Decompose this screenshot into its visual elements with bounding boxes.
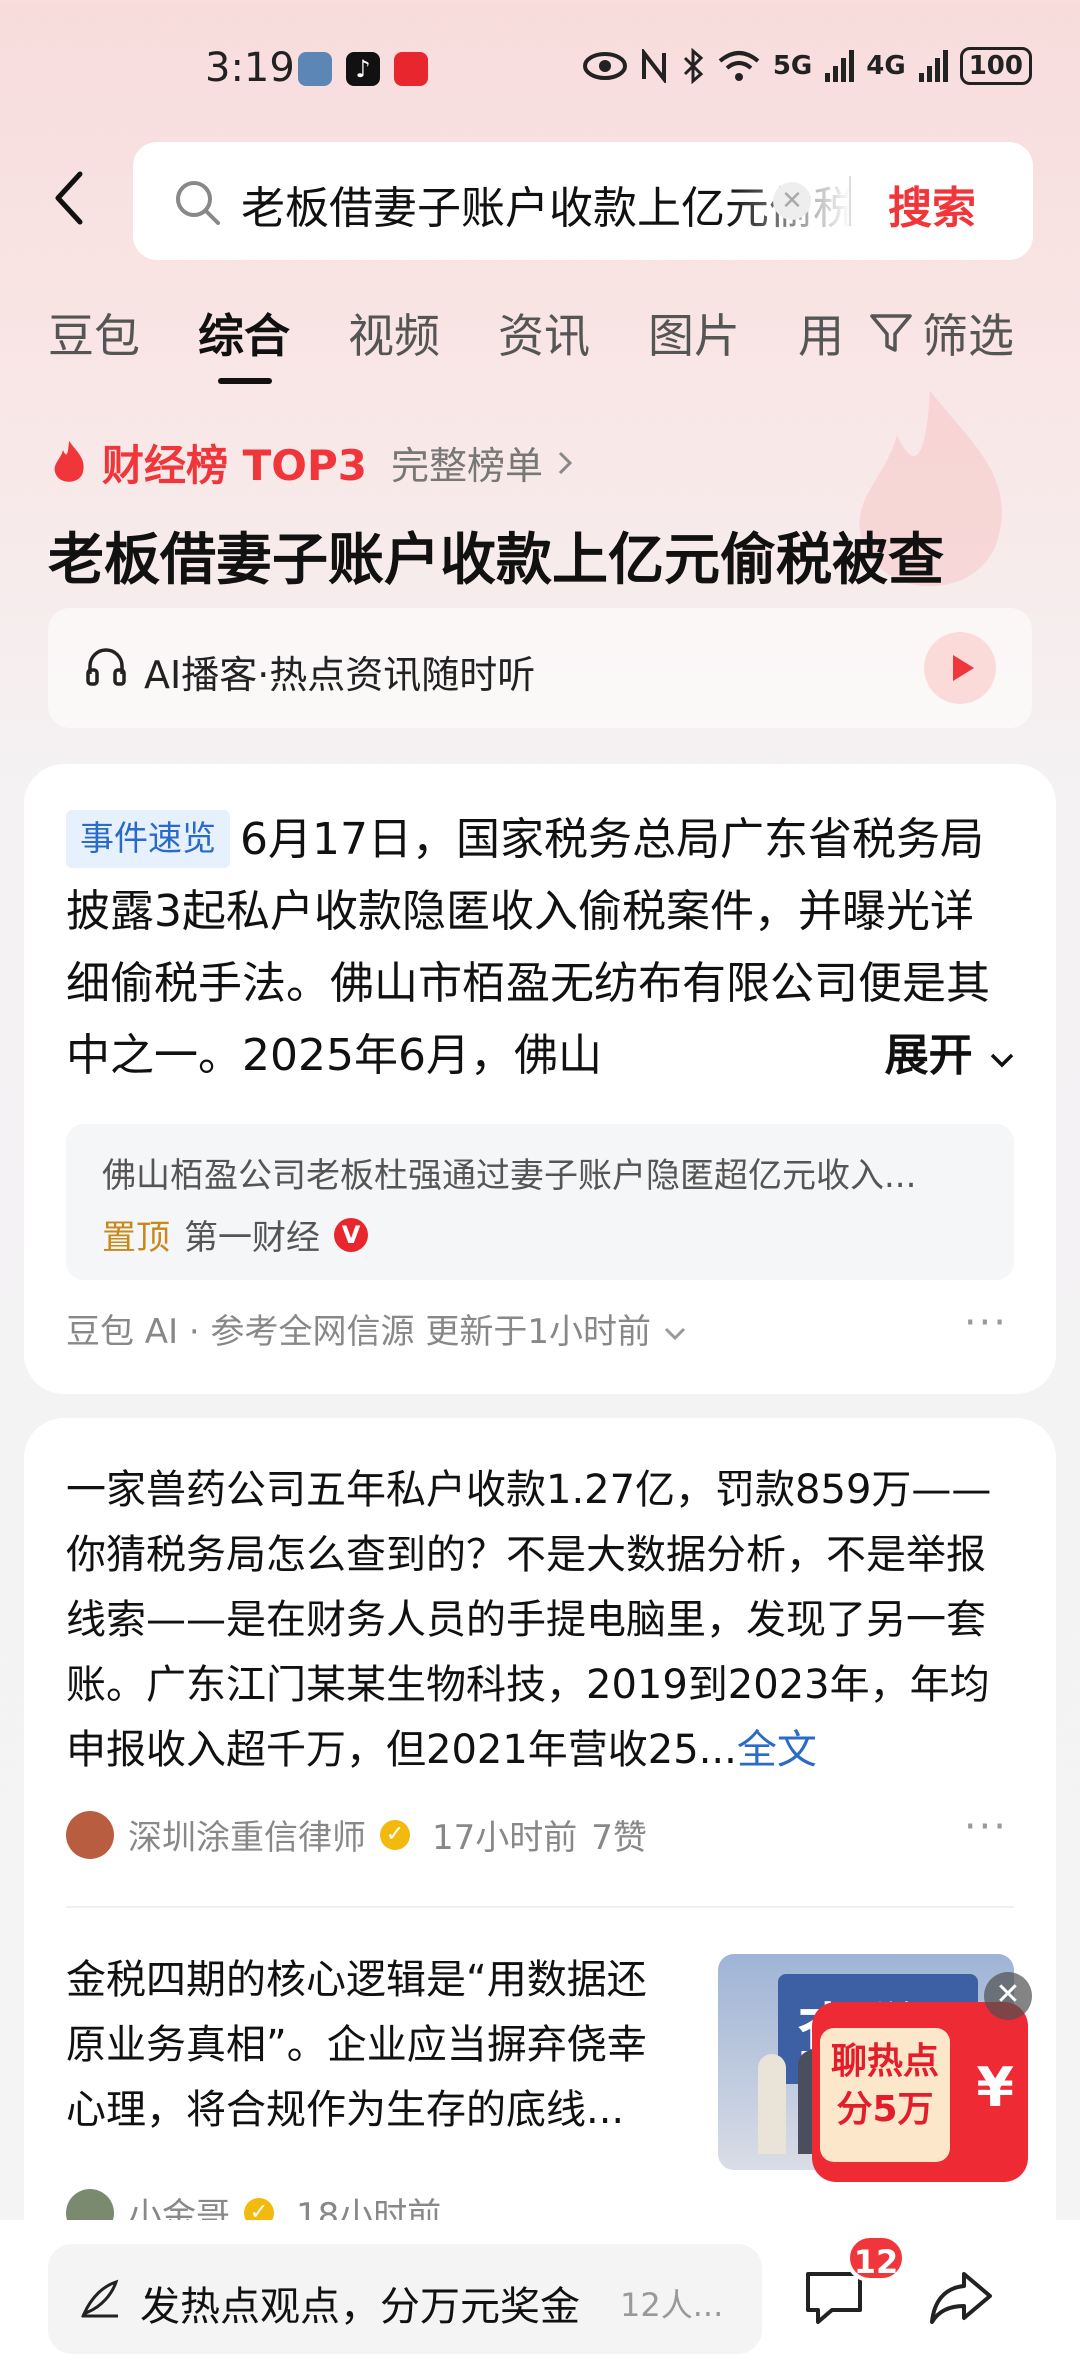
post-ellipsis: ... [698, 1727, 737, 1773]
promo-text: 聊热点分5万 [830, 2041, 939, 2130]
tab-users[interactable]: 用 [798, 300, 844, 366]
comment-people: 12人... [620, 2286, 724, 2324]
network-4g-label: 4G [866, 51, 906, 81]
post-author-row: 深圳涂重信律师 ✓ 17小时前 7赞 [66, 1810, 647, 1859]
bluetooth-icon [683, 48, 704, 84]
browser-app-icon [298, 52, 332, 86]
source-name: 第一财经 [184, 1218, 320, 1258]
headphones-icon [86, 648, 126, 686]
search-bar[interactable]: 老板借妻子账户收款上亿元偷税被查 ✕ 搜索 [133, 142, 1033, 260]
status-time: 3:19 [205, 45, 295, 91]
event-summary-card: 事件速览 6月17日，国家税务总局广东省税务局披露3起私户收款隐匿收入偷税案件，并… [24, 764, 1056, 1394]
comment-count-badge: 12 [846, 2234, 906, 2282]
yen-icon: ¥ [976, 2056, 1014, 2119]
tab-doubao[interactable]: 豆包 [48, 300, 140, 366]
full-text-link[interactable]: 全文 [737, 1727, 817, 1773]
search-button[interactable]: 搜索 [888, 172, 976, 236]
verified-icon: ✓ [380, 1819, 410, 1850]
source-meta: 置顶 第一财经 V [102, 1210, 368, 1259]
eye-icon [582, 52, 627, 80]
source-article-title: 佛山栢盈公司老板杜强通过妻子账户隐匿超亿元收入... [102, 1156, 917, 1196]
tab-news[interactable]: 资讯 [498, 300, 590, 366]
active-tab-indicator [218, 378, 272, 384]
avatar[interactable] [66, 1810, 114, 1859]
expand-label: 展开 [884, 1030, 973, 1081]
post-time: 17小时前 [432, 1818, 578, 1858]
filter-label: 筛选 [922, 309, 1014, 363]
wifi-icon [718, 51, 760, 81]
status-icons: 5G 4G 100 [582, 44, 1032, 88]
post-text[interactable]: 一家兽药公司五年私户收款1.27亿，罚款859万——你猜税务局怎么查到的？不是大… [66, 1458, 1016, 1783]
page-title: 老板借妻子账户收款上亿元偷税被查 [48, 528, 944, 593]
author-name[interactable]: 深圳涂重信律师 [128, 1810, 366, 1859]
chevron-down-icon [664, 1327, 685, 1341]
back-arrow-icon[interactable] [48, 168, 88, 228]
ai-meta-text: 豆包 AI · 参考全网信源 更新于1小时前 [66, 1312, 651, 1352]
full-ranking-link[interactable]: 完整榜单 [391, 435, 543, 490]
event-tag: 事件速览 [66, 810, 230, 868]
tab-images[interactable]: 图片 [648, 300, 740, 366]
pen-icon [80, 2279, 119, 2318]
ai-source-meta[interactable]: 豆包 AI · 参考全网信源 更新于1小时前 [66, 1304, 688, 1353]
signal-icon [825, 50, 855, 82]
bottom-action-bar: 发热点观点，分万元奖金 12人... 12 [0, 2220, 1080, 2376]
search-icon [176, 181, 220, 225]
clear-icon[interactable]: ✕ [773, 182, 811, 220]
rank-title: 财经榜 TOP3 [102, 441, 367, 490]
nfc-icon [641, 49, 666, 83]
tiktok-app-icon: ♪ [346, 52, 380, 86]
filter-button[interactable]: 筛选 [868, 300, 1014, 366]
battery-indicator: 100 [959, 47, 1032, 85]
post-text[interactable]: 金税四期的核心逻辑是“用数据还原业务真相”。企业应当摒弃侥幸心理，将合规作为生存… [66, 1948, 686, 2143]
status-bar: 3:19 ♪ 5G 4G 100 [0, 0, 1080, 140]
divider [66, 1906, 1014, 1908]
network-5g-label: 5G [772, 51, 813, 81]
tab-video[interactable]: 视频 [348, 300, 440, 366]
podcast-label: AI播客·热点资讯随时听 [144, 653, 536, 697]
search-divider [849, 176, 851, 226]
source-article[interactable]: 佛山栢盈公司老板杜强通过妻子账户隐匿超亿元收入... 置顶 第一财经 V [66, 1124, 1014, 1280]
toutiao-app-icon [394, 52, 428, 86]
verified-badge: V [334, 1217, 368, 1252]
search-input[interactable]: 老板借妻子账户收款上亿元偷税被查 [241, 172, 851, 236]
rank-header[interactable]: 财经榜 TOP3 完整榜单 [48, 432, 575, 493]
signal-icon-2 [918, 50, 948, 82]
comment-placeholder: 发热点观点，分万元奖金 [140, 2284, 580, 2330]
more-options-icon[interactable]: ··· [964, 1804, 1008, 1850]
chevron-right-icon [558, 451, 573, 474]
play-icon [953, 655, 974, 681]
more-options-icon[interactable]: ··· [964, 1300, 1008, 1346]
tab-comprehensive[interactable]: 综合 [198, 300, 290, 366]
play-button[interactable] [924, 632, 996, 704]
share-icon[interactable] [926, 2268, 996, 2328]
pinned-label: 置顶 [102, 1218, 170, 1258]
post-likes: 7赞 [591, 1818, 647, 1858]
chevron-down-icon [990, 1053, 1014, 1068]
post-body: 一家兽药公司五年私户收款1.27亿，罚款859万——你猜税务局怎么查到的？不是大… [66, 1467, 992, 1773]
category-tabs: 豆包 综合 视频 资讯 图片 用 筛选 [0, 300, 1080, 390]
close-icon[interactable]: ✕ [984, 1972, 1032, 2020]
red-packet-promo[interactable]: 聊热点分5万 ¥ ✕ [812, 1972, 1032, 2182]
flame-icon [54, 440, 84, 482]
ai-podcast-bar[interactable]: AI播客·热点资讯随时听 [48, 608, 1032, 728]
comment-input[interactable]: 发热点观点，分万元奖金 12人... [48, 2244, 762, 2354]
expand-button[interactable]: 展开 [804, 1020, 1016, 1092]
filter-icon [870, 314, 912, 352]
